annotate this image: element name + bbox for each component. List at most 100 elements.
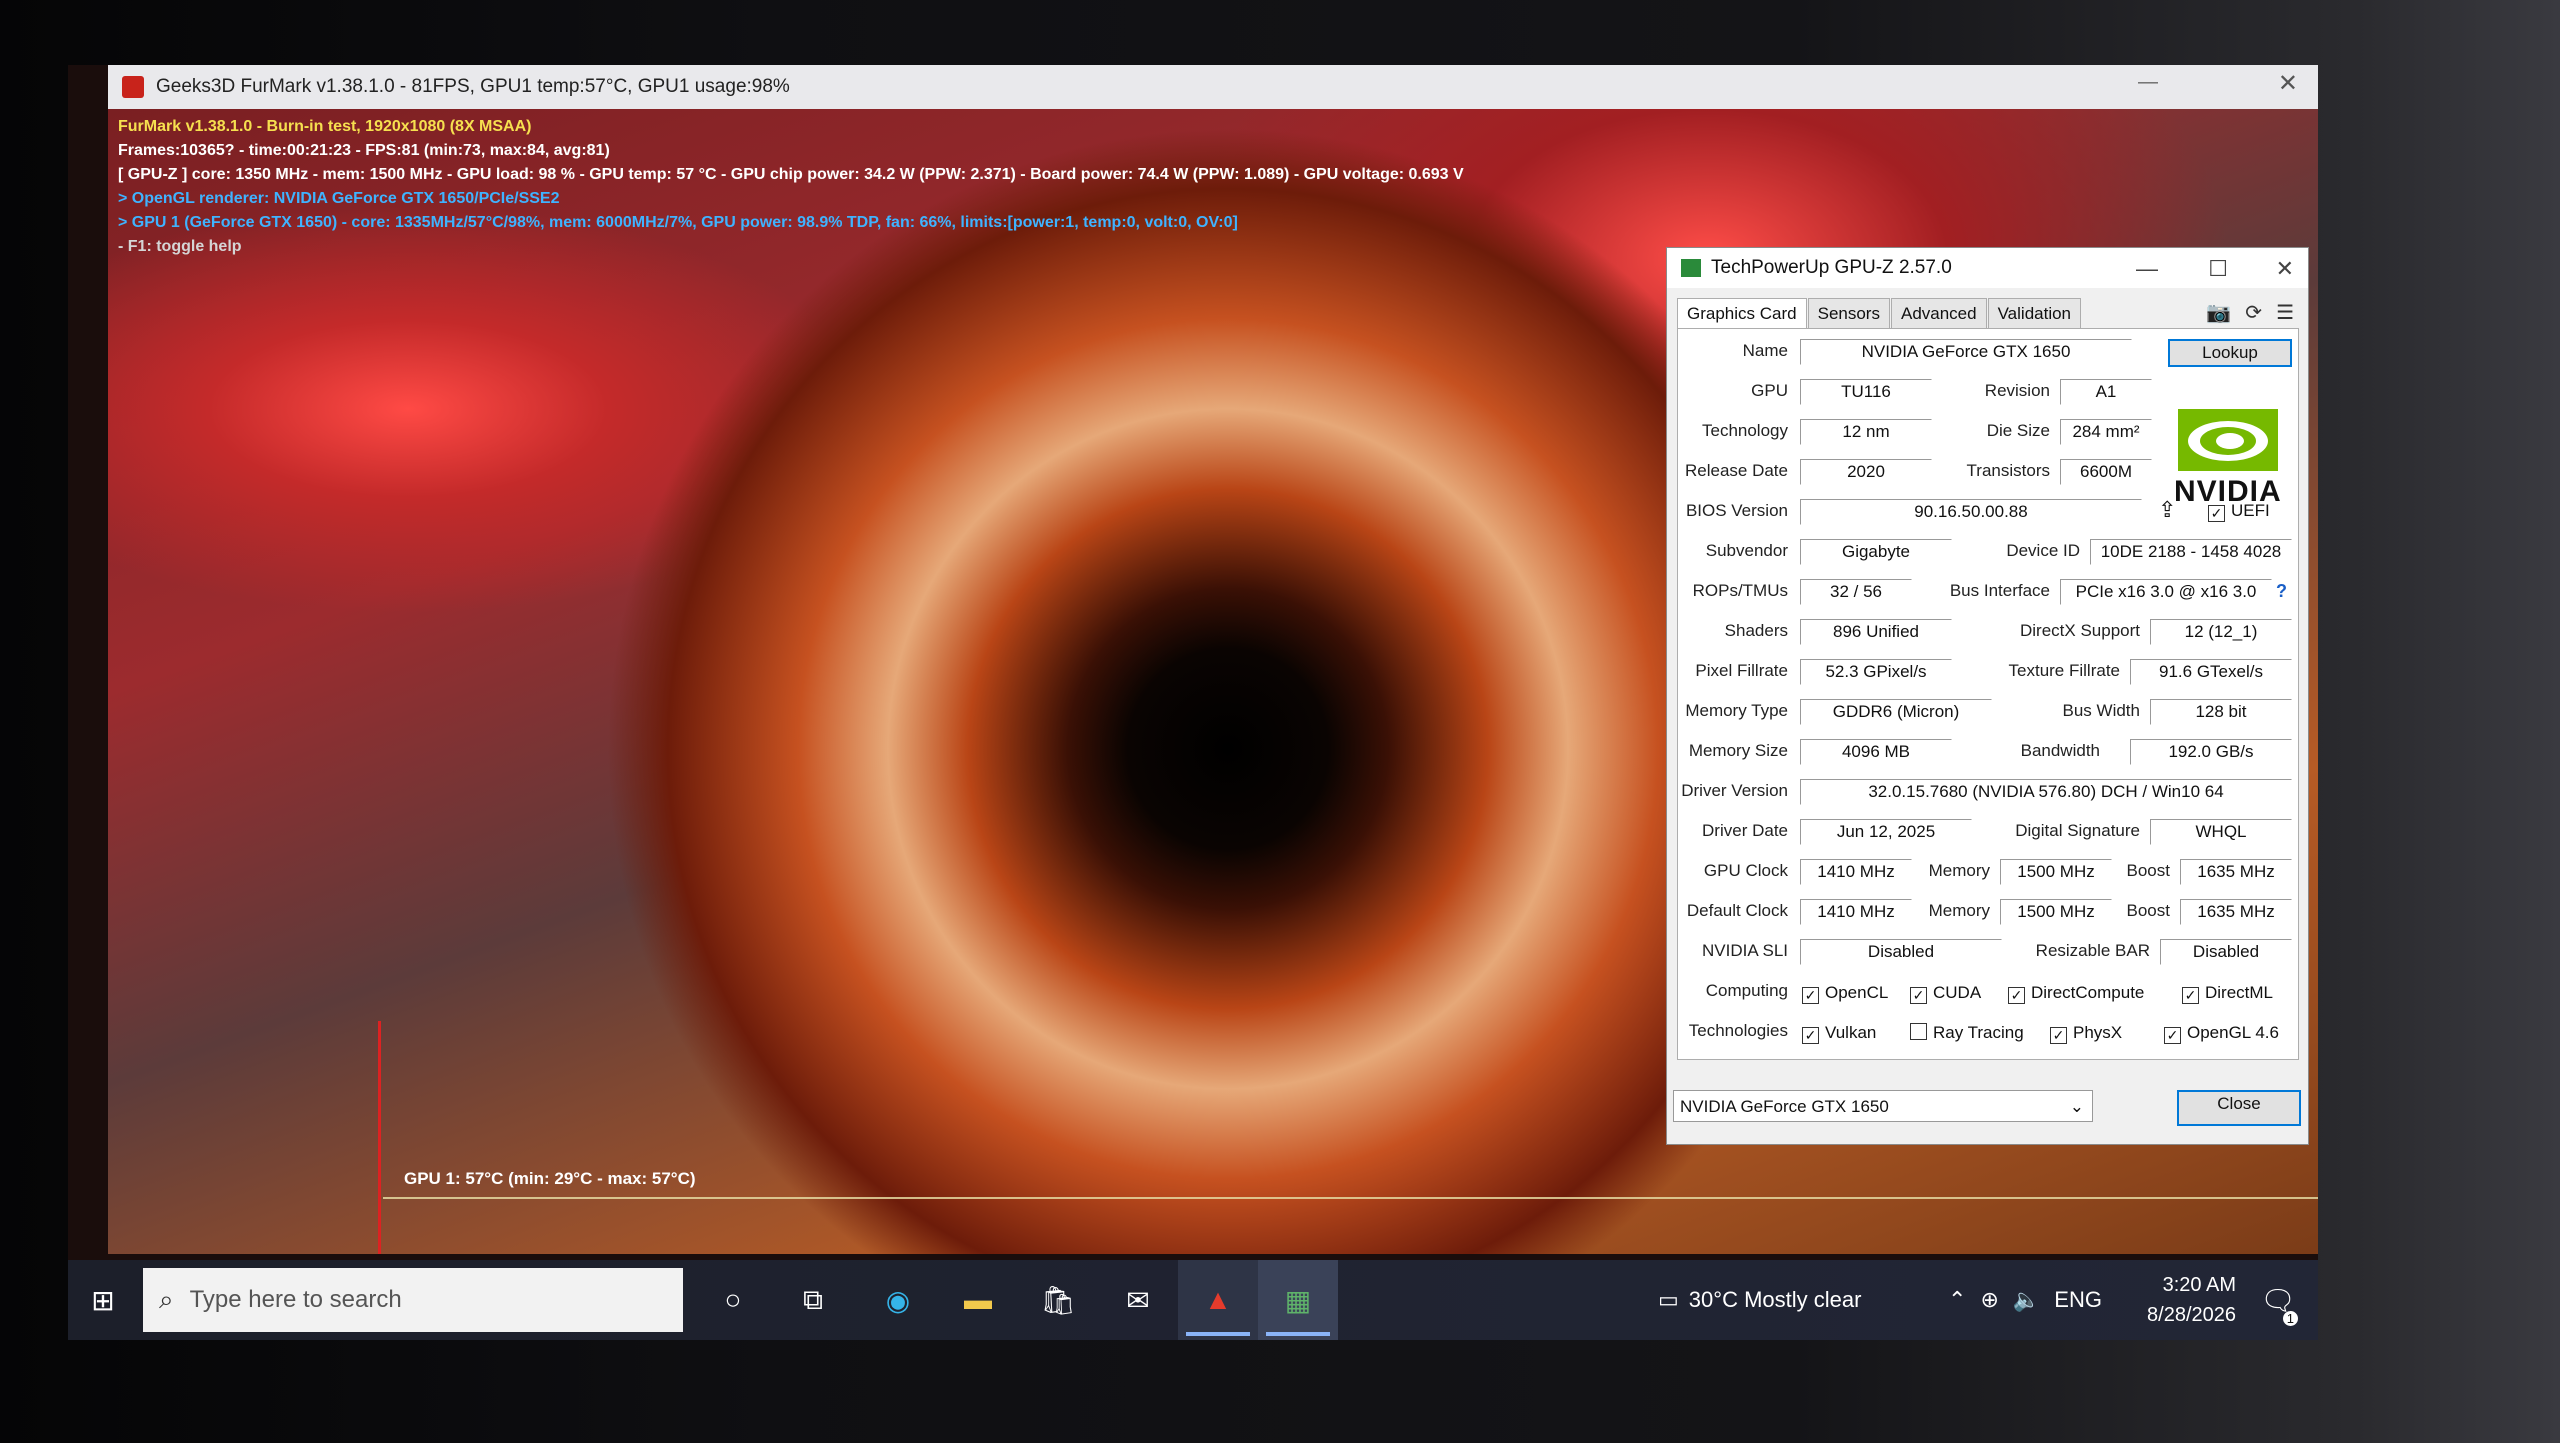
notification-count: 1 <box>2282 1311 2298 1326</box>
directml-checkbox[interactable]: ✓ DirectML <box>2182 983 2273 1004</box>
directx-value: 12 (12_1) <box>2150 619 2292 645</box>
digital-signature-value: WHQL <box>2150 819 2292 845</box>
release-date-value: 2020 <box>1800 459 1932 485</box>
texture-fillrate-label: Texture Fillrate <box>2008 661 2120 680</box>
furmark-window-title: Geeks3D FurMark v1.38.1.0 - 81FPS, GPU1 … <box>156 76 790 97</box>
close-button[interactable]: Close <box>2177 1090 2301 1126</box>
active-indicator <box>1266 1332 1330 1336</box>
folder-icon: ▬ <box>964 1284 992 1315</box>
uefi-label: UEFI <box>2231 501 2270 520</box>
ray-tracing-checkbox[interactable]: Ray Tracing <box>1910 1023 2024 1043</box>
furmark-titlebar[interactable]: Geeks3D FurMark v1.38.1.0 - 81FPS, GPU1 … <box>108 65 2318 110</box>
mail-button[interactable]: ✉ <box>1098 1260 1178 1340</box>
transistors-value: 6600M <box>2060 459 2152 485</box>
share-icon[interactable]: ⇪ <box>2158 497 2176 523</box>
driver-version-label: Driver Version <box>1681 781 1788 800</box>
close-icon[interactable]: ✕ <box>2276 256 2294 282</box>
cortana-icon: ○ <box>724 1284 742 1315</box>
vulkan-checkbox[interactable]: ✓ Vulkan <box>1802 1023 1876 1044</box>
checkbox-icon: ✓ <box>2008 987 2025 1004</box>
device-id-label: Device ID <box>2006 541 2080 560</box>
gpu-select[interactable]: NVIDIA GeForce GTX 1650 ⌄ <box>1673 1090 2093 1122</box>
furmark-taskbar-button[interactable]: ▲ <box>1178 1260 1258 1340</box>
task-view-button[interactable]: ⧉ <box>778 1260 848 1340</box>
lookup-button[interactable]: Lookup <box>2168 339 2292 367</box>
tab-graphics-card[interactable]: Graphics Card <box>1677 298 1807 329</box>
opencl-label: OpenCL <box>1825 983 1889 1002</box>
temp-graph-label: GPU 1: 57°C (min: 29°C - max: 57°C) <box>404 1169 696 1188</box>
start-button[interactable]: ⊞ <box>68 1260 138 1340</box>
pixel-fillrate-label: Pixel Fillrate <box>1695 661 1788 680</box>
checkbox-icon: ✓ <box>1802 987 1819 1004</box>
gpu-clock-label: GPU Clock <box>1703 861 1788 880</box>
gpuz-titlebar[interactable]: TechPowerUp GPU-Z 2.57.0 — ☐ ✕ <box>1667 248 2308 288</box>
checkbox-icon: ✓ <box>2164 1027 2181 1044</box>
default-clock-label: Default Clock <box>1686 901 1788 920</box>
memory-clock-value: 1500 MHz <box>2000 859 2112 885</box>
opencl-checkbox[interactable]: ✓ OpenCL <box>1802 983 1888 1004</box>
default-memory-label: Memory <box>1928 901 1990 920</box>
minimize-icon[interactable]: — <box>2136 256 2158 282</box>
gpuz-icon: ▦ <box>1284 1284 1312 1316</box>
gpuz-window: TechPowerUp GPU-Z 2.57.0 — ☐ ✕ Graphics … <box>1666 247 2309 1145</box>
nvidia-logo: NVIDIA <box>2168 409 2298 509</box>
menu-icon[interactable]: ☰ <box>2276 300 2294 325</box>
default-boost-label: Boost <box>2126 901 2170 920</box>
search-box[interactable]: ⌕ Type here to search <box>143 1268 683 1332</box>
checkbox-icon: ✓ <box>2182 987 2199 1004</box>
help-icon[interactable]: ? <box>2276 581 2287 602</box>
overlay-line-frames: Frames:10365? - time:00:21:23 - FPS:81 (… <box>118 142 610 159</box>
network-icon[interactable]: ⊕ <box>1980 1287 1998 1313</box>
search-placeholder: Type here to search <box>189 1286 402 1313</box>
transistors-label: Transistors <box>1966 461 2050 480</box>
volume-icon[interactable]: 🔈 <box>2013 1287 2040 1313</box>
default-memory-value: 1500 MHz <box>2000 899 2112 925</box>
close-icon[interactable]: ✕ <box>2278 69 2298 98</box>
revision-value: A1 <box>2060 379 2152 405</box>
shaders-value: 896 Unified <box>1800 619 1952 645</box>
gpuz-taskbar-button[interactable]: ▦ <box>1258 1260 1338 1340</box>
refresh-icon[interactable]: ⟳ <box>2245 300 2262 325</box>
technology-label: Technology <box>1701 421 1788 440</box>
pixel-fillrate-value: 52.3 GPixel/s <box>1800 659 1952 685</box>
driver-version-value: 32.0.15.7680 (NVIDIA 576.80) DCH / Win10… <box>1800 779 2292 805</box>
chevron-up-icon[interactable]: ⌃ <box>1948 1287 1966 1313</box>
device-id-value: 10DE 2188 - 1458 4028 <box>2090 539 2292 565</box>
notification-button[interactable]: 🗨 1 <box>2248 1260 2308 1340</box>
language-indicator[interactable]: ENG <box>2054 1287 2102 1313</box>
computing-label: Computing <box>1705 981 1788 1000</box>
sli-label: NVIDIA SLI <box>1702 941 1788 960</box>
tab-validation[interactable]: Validation <box>1987 298 2082 329</box>
tab-sensors[interactable]: Sensors <box>1807 298 1890 329</box>
cuda-checkbox[interactable]: ✓ CUDA <box>1910 983 1981 1004</box>
file-explorer-button[interactable]: ▬ <box>938 1260 1018 1340</box>
driver-date-value: Jun 12, 2025 <box>1800 819 1972 845</box>
tab-advanced[interactable]: Advanced <box>1890 298 1987 329</box>
task-view-icon: ⧉ <box>803 1283 823 1315</box>
texture-fillrate-value: 91.6 GTexel/s <box>2130 659 2292 685</box>
gpuz-tabs: Graphics Card Sensors Advanced Validatio… <box>1677 298 2082 329</box>
minimize-icon[interactable]: — <box>2138 71 2158 94</box>
graphics-card-panel: Name NVIDIA GeForce GTX 1650 Lookup GPU … <box>1677 328 2299 1060</box>
bios-value: 90.16.50.00.88 <box>1800 499 2142 525</box>
physx-checkbox[interactable]: ✓ PhysX <box>2050 1023 2122 1044</box>
default-boost-value: 1635 MHz <box>2180 899 2292 925</box>
store-button[interactable]: 🛍 <box>1018 1260 1098 1340</box>
overlay-line-gpu1: > GPU 1 (GeForce GTX 1650) - core: 1335M… <box>118 214 1238 231</box>
cortana-button[interactable]: ○ <box>698 1260 768 1340</box>
directcompute-checkbox[interactable]: ✓ DirectCompute <box>2008 983 2144 1004</box>
edge-button[interactable]: ◉ <box>858 1260 938 1340</box>
uefi-checkbox[interactable]: ✓ UEFI <box>2208 501 2270 522</box>
overlay-line-title: FurMark v1.38.1.0 - Burn-in test, 1920x1… <box>118 118 532 135</box>
checkbox-icon: ✓ <box>2208 505 2225 522</box>
physx-label: PhysX <box>2073 1023 2123 1042</box>
clock-date: 8/28/2026 <box>2147 1304 2236 1326</box>
screen: Geeks3D FurMark v1.38.1.0 - 81FPS, GPU1 … <box>68 65 2318 1340</box>
opengl-checkbox[interactable]: ✓ OpenGL 4.6 <box>2164 1023 2279 1044</box>
temp-graph-line <box>383 1197 2318 1199</box>
clock[interactable]: 3:20 AM 8/28/2026 <box>2147 1270 2236 1330</box>
camera-icon[interactable]: 📷 <box>2206 300 2231 325</box>
maximize-icon[interactable]: ☐ <box>2208 256 2228 282</box>
rops-label: ROPs/TMUs <box>1692 581 1788 600</box>
weather-widget[interactable]: ▭ 30°C Mostly clear <box>1658 1260 1861 1340</box>
